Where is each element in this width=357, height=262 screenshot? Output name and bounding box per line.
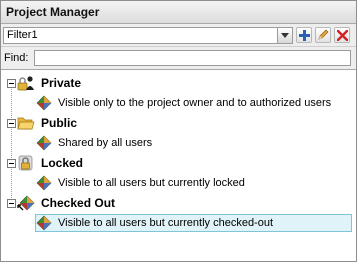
checkout-icon <box>17 195 35 211</box>
project-tree: Private Visible only to the project owne… <box>1 70 356 233</box>
tree-group-private[interactable]: Private <box>1 73 356 93</box>
group-label: Private <box>41 76 82 90</box>
pencil-icon <box>318 29 329 40</box>
filter-dropdown[interactable]: Filter1 <box>3 26 293 44</box>
item-label: Visible to all users but currently locke… <box>58 177 245 189</box>
project-icon <box>36 95 52 111</box>
tree-group-public[interactable]: Public <box>1 113 356 133</box>
tree-item[interactable]: Shared by all users <box>1 133 356 153</box>
tree-group-checked-out[interactable]: Checked Out <box>1 193 356 213</box>
open-folder-icon <box>17 117 35 130</box>
collapse-toggle[interactable] <box>7 118 16 128</box>
delete-x-icon <box>336 29 348 41</box>
filter-toolbar: Filter1 <box>1 24 356 47</box>
find-bar: Find: <box>1 47 356 70</box>
plus-icon <box>298 29 310 41</box>
find-label: Find: <box>4 52 29 64</box>
item-label: Visible only to the project owner and to… <box>58 97 332 109</box>
project-icon <box>36 215 52 231</box>
lock-icon <box>18 155 33 171</box>
group-label: Locked <box>41 156 84 170</box>
collapse-toggle[interactable] <box>7 158 16 168</box>
lock-person-icon <box>17 76 34 91</box>
window-title: Project Manager <box>1 1 356 24</box>
item-label: Visible to all users but currently check… <box>58 217 274 229</box>
project-icon <box>36 135 52 151</box>
tree-item[interactable]: Visible to all users but currently locke… <box>1 173 356 193</box>
filter-value: Filter1 <box>7 29 38 41</box>
chevron-down-icon[interactable] <box>277 27 292 43</box>
find-input[interactable] <box>34 50 351 66</box>
project-icon <box>36 175 52 191</box>
tree-group-locked[interactable]: Locked <box>1 153 356 173</box>
tree-item-selected[interactable]: Visible to all users but currently check… <box>1 213 356 233</box>
tree-item[interactable]: Visible only to the project owner and to… <box>1 93 356 113</box>
collapse-toggle[interactable] <box>7 78 16 88</box>
edit-filter-button[interactable] <box>315 27 331 43</box>
group-label: Public <box>41 116 78 130</box>
collapse-toggle[interactable] <box>7 198 16 208</box>
add-filter-button[interactable] <box>296 27 312 43</box>
group-label: Checked Out <box>41 196 116 210</box>
item-label: Shared by all users <box>58 137 153 149</box>
delete-filter-button[interactable] <box>334 27 350 43</box>
project-manager-window: Project Manager Filter1 Find: Private Vi… <box>0 0 357 262</box>
